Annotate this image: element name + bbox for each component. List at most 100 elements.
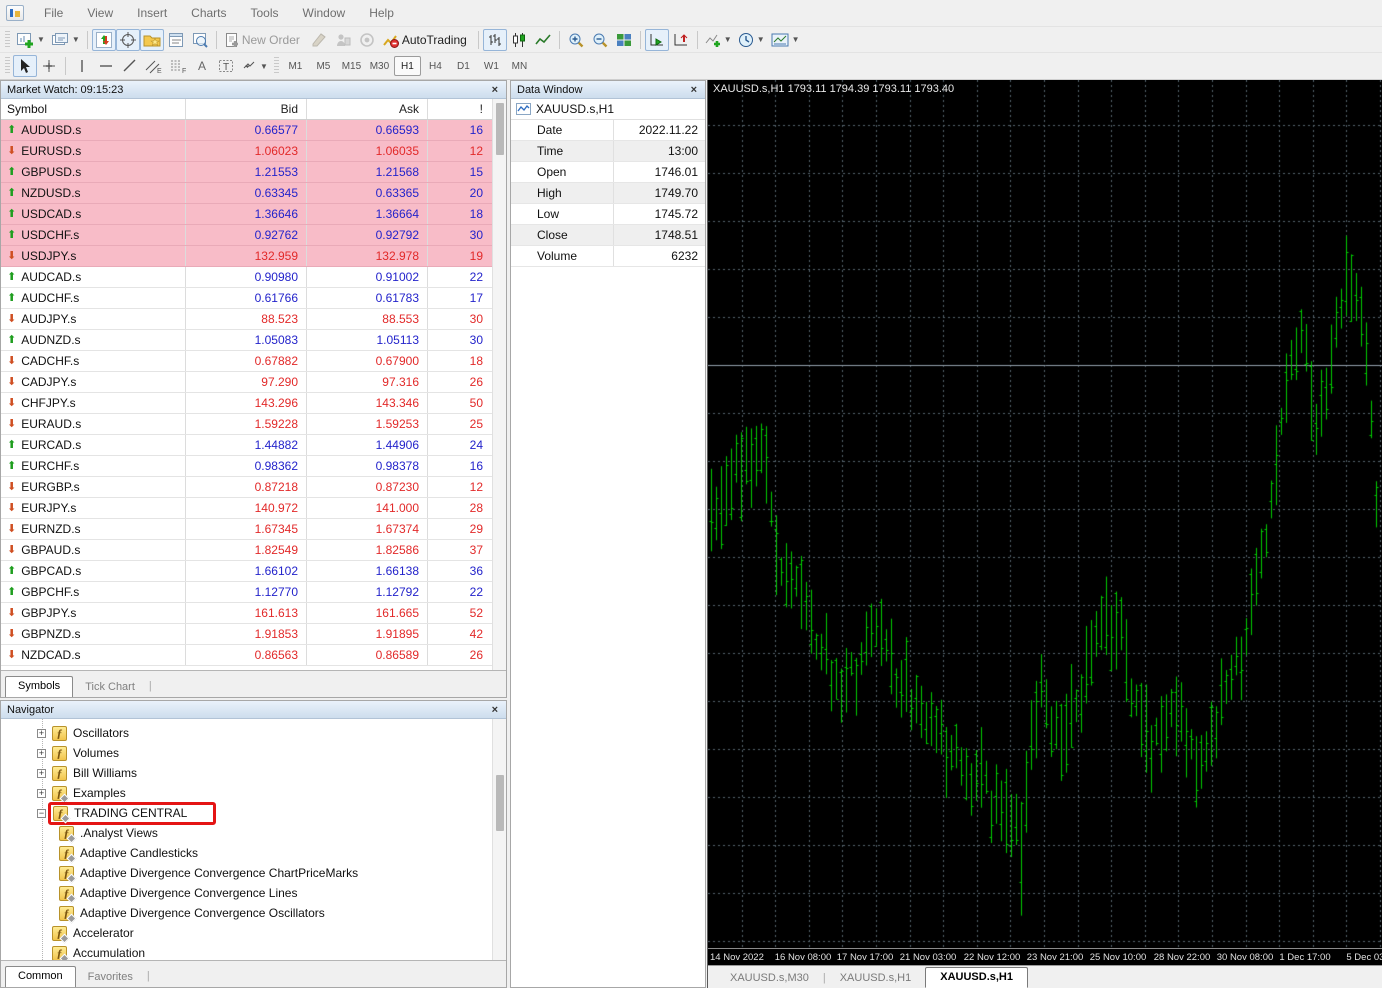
col-spread[interactable]: !	[428, 99, 493, 119]
cursor-tool[interactable]	[13, 55, 37, 77]
navigator-scrollbar[interactable]	[492, 719, 506, 960]
navigator-tab-favorites[interactable]: Favorites	[76, 968, 145, 988]
dropdown-caret-icon[interactable]: ▼	[757, 35, 765, 44]
timeframe-m15[interactable]: M15	[338, 56, 365, 76]
chart-tab-2[interactable]: XAUUSD.s,H1	[925, 967, 1028, 988]
navigator-item-adaptive-divergence-convergence-chartpricemarks[interactable]: ƒAdaptive Divergence Convergence ChartPr…	[1, 863, 506, 883]
dropdown-caret-icon[interactable]: ▼	[260, 62, 268, 71]
navigator-item-oscillators[interactable]: +ƒOscillators	[1, 723, 506, 743]
expand-icon[interactable]: +	[37, 749, 46, 758]
timeframe-m5[interactable]: M5	[310, 56, 337, 76]
scrollbar-thumb[interactable]	[496, 775, 504, 831]
metaeditor-button[interactable]	[307, 29, 331, 51]
menu-file[interactable]: File	[32, 2, 75, 24]
line-chart-button[interactable]	[531, 29, 555, 51]
profiles-button[interactable]: ▼	[48, 29, 83, 51]
crosshair-tool[interactable]	[37, 55, 61, 77]
symbol-row-audchf.s[interactable]: ⬆AUDCHF.s0.617660.6178317	[1, 288, 493, 309]
candlestick-chart-button[interactable]	[507, 29, 531, 51]
market-watch-button[interactable]	[92, 29, 116, 51]
autotrading-button[interactable]: AutoTrading	[379, 29, 474, 51]
strategy-tester-button[interactable]	[188, 29, 212, 51]
navigator-item-accumulation[interactable]: ƒAccumulation	[1, 943, 506, 960]
indicators-button[interactable]: ▼	[702, 29, 735, 51]
dropdown-caret-icon[interactable]: ▼	[724, 35, 732, 44]
timeframe-mn[interactable]: MN	[506, 56, 533, 76]
zoom-in-button[interactable]	[564, 29, 588, 51]
symbol-row-gbpusd.s[interactable]: ⬆GBPUSD.s1.215531.2156815	[1, 162, 493, 183]
bar-chart-button[interactable]	[483, 29, 507, 51]
symbol-row-eurgbp.s[interactable]: ⬇EURGBP.s0.872180.8723012	[1, 477, 493, 498]
symbol-row-eurcad.s[interactable]: ⬆EURCAD.s1.448821.4490624	[1, 435, 493, 456]
col-bid[interactable]: Bid	[186, 99, 307, 119]
symbol-row-usdchf.s[interactable]: ⬆USDCHF.s0.927620.9279230	[1, 225, 493, 246]
symbol-row-audjpy.s[interactable]: ⬇AUDJPY.s88.52388.55330	[1, 309, 493, 330]
close-icon[interactable]: ×	[689, 84, 699, 96]
zoom-out-button[interactable]	[588, 29, 612, 51]
navigator-tab-common[interactable]: Common	[5, 966, 76, 988]
symbol-row-chfjpy.s[interactable]: ⬇CHFJPY.s143.296143.34650	[1, 393, 493, 414]
chart-tab-0[interactable]: XAUUSD.s,M30	[716, 969, 823, 988]
chart-window[interactable]: XAUUSD.s,H1 1793.11 1794.39 1793.11 1793…	[707, 80, 1382, 988]
symbol-row-eurjpy.s[interactable]: ⬇EURJPY.s140.972141.00028	[1, 498, 493, 519]
symbol-row-audnzd.s[interactable]: ⬆AUDNZD.s1.050831.0511330	[1, 330, 493, 351]
fibonacci-tool[interactable]: F	[166, 55, 190, 77]
close-icon[interactable]: ×	[490, 704, 500, 716]
sounds-button[interactable]	[355, 29, 379, 51]
horizontal-line-tool[interactable]	[94, 55, 118, 77]
periods-button[interactable]: ▼	[735, 29, 768, 51]
menu-tools[interactable]: Tools	[239, 2, 291, 24]
timeframe-m1[interactable]: M1	[282, 56, 309, 76]
auto-scroll-button[interactable]	[645, 29, 669, 51]
new-order-button[interactable]: New Order	[221, 29, 307, 51]
dropdown-caret-icon[interactable]: ▼	[37, 35, 45, 44]
menu-view[interactable]: View	[75, 2, 125, 24]
navigator-item-volumes[interactable]: +ƒVolumes	[1, 743, 506, 763]
chart-tab-1[interactable]: XAUUSD.s,H1	[826, 969, 926, 988]
equidistant-channel-tool[interactable]: E	[142, 55, 166, 77]
symbol-row-cadchf.s[interactable]: ⬇CADCHF.s0.678820.6790018	[1, 351, 493, 372]
symbol-row-usdcad.s[interactable]: ⬆USDCAD.s1.366461.3666418	[1, 204, 493, 225]
new-chart-button[interactable]: ▼	[13, 29, 48, 51]
expand-icon[interactable]: +	[37, 789, 46, 798]
expand-icon[interactable]: +	[37, 769, 46, 778]
arrows-tool[interactable]: ▼	[238, 55, 271, 77]
collapse-icon[interactable]: −	[37, 809, 46, 818]
navigator-item-adaptive-divergence-convergence-lines[interactable]: ƒAdaptive Divergence Convergence Lines	[1, 883, 506, 903]
symbol-row-eurnzd.s[interactable]: ⬇EURNZD.s1.673451.6737429	[1, 519, 493, 540]
price-chart-canvas[interactable]	[708, 80, 1382, 948]
dropdown-caret-icon[interactable]: ▼	[792, 35, 800, 44]
chart-shift-button[interactable]	[669, 29, 693, 51]
timeframe-w1[interactable]: W1	[478, 56, 505, 76]
navigator-item-adaptive-divergence-convergence-oscillators[interactable]: ƒAdaptive Divergence Convergence Oscilla…	[1, 903, 506, 923]
menu-charts[interactable]: Charts	[179, 2, 238, 24]
navigator-item-bill-williams[interactable]: +ƒBill Williams	[1, 763, 506, 783]
vertical-line-tool[interactable]	[70, 55, 94, 77]
market-watch-tab-symbols[interactable]: Symbols	[5, 676, 73, 698]
market-watch-scrollbar[interactable]	[492, 99, 506, 670]
symbol-row-cadjpy.s[interactable]: ⬇CADJPY.s97.29097.31626	[1, 372, 493, 393]
market-watch-tab-tick-chart[interactable]: Tick Chart	[73, 678, 147, 698]
symbol-row-nzdusd.s[interactable]: ⬆NZDUSD.s0.633450.6336520	[1, 183, 493, 204]
symbol-row-gbpcad.s[interactable]: ⬆GBPCAD.s1.661021.6613836	[1, 561, 493, 582]
menu-insert[interactable]: Insert	[125, 2, 179, 24]
terminal-button[interactable]	[164, 29, 188, 51]
symbol-row-gbpnzd.s[interactable]: ⬇GBPNZD.s1.918531.9189542	[1, 624, 493, 645]
col-ask[interactable]: Ask	[307, 99, 428, 119]
data-window-button[interactable]	[116, 29, 140, 51]
symbol-row-audcad.s[interactable]: ⬆AUDCAD.s0.909800.9100222	[1, 267, 493, 288]
text-label-tool[interactable]: T	[214, 55, 238, 77]
text-tool[interactable]: A	[190, 55, 214, 77]
dropdown-caret-icon[interactable]: ▼	[72, 35, 80, 44]
col-symbol[interactable]: Symbol	[1, 99, 186, 119]
timeframe-d1[interactable]: D1	[450, 56, 477, 76]
navigator-item-trading-central[interactable]: −ƒTRADING CENTRAL	[1, 803, 506, 823]
navigator-button[interactable]	[140, 29, 164, 51]
symbol-row-euraud.s[interactable]: ⬇EURAUD.s1.592281.5925325	[1, 414, 493, 435]
symbol-row-audusd.s[interactable]: ⬆AUDUSD.s0.665770.6659316	[1, 120, 493, 141]
symbol-row-gbpjpy.s[interactable]: ⬇GBPJPY.s161.613161.66552	[1, 603, 493, 624]
templates-button[interactable]: ▼	[768, 29, 803, 51]
symbol-row-eurchf.s[interactable]: ⬆EURCHF.s0.983620.9837816	[1, 456, 493, 477]
time-axis[interactable]: 14 Nov 202216 Nov 08:0017 Nov 17:0021 No…	[708, 948, 1382, 965]
navigator-item--analyst-views[interactable]: ƒ.Analyst Views	[1, 823, 506, 843]
